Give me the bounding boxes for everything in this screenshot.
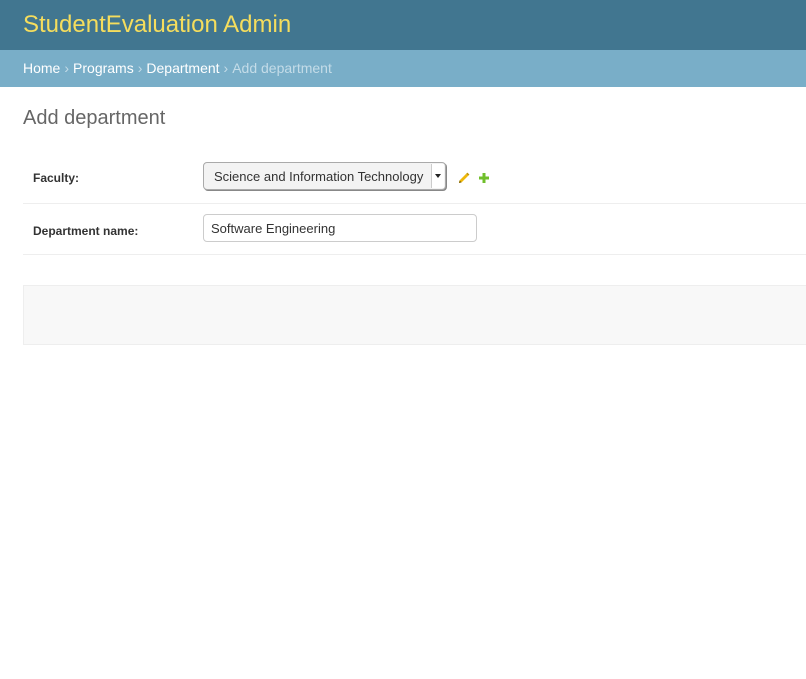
pencil-icon[interactable]: [458, 171, 470, 183]
breadcrumb-current: Add department: [232, 60, 332, 76]
breadcrumb-department-link[interactable]: Department: [146, 60, 219, 76]
form-row-faculty: Faculty: Science and Information Technol…: [23, 152, 806, 204]
plus-icon[interactable]: [478, 171, 490, 183]
department-name-label: Department name:: [33, 224, 139, 238]
breadcrumb-separator: ›: [64, 60, 70, 76]
site-header: StudentEvaluation Admin: [0, 0, 806, 50]
form-row-department-name: Department name:: [23, 204, 806, 255]
chevron-down-icon: [431, 164, 444, 188]
department-name-input[interactable]: [203, 214, 477, 242]
breadcrumb: Home › Programs › Department › Add department: [0, 50, 806, 87]
submit-row: [23, 285, 806, 345]
breadcrumb-separator: ›: [137, 60, 143, 76]
breadcrumb-separator: ›: [223, 60, 229, 76]
faculty-label: Faculty:: [33, 171, 80, 185]
page-title: Add department: [23, 107, 166, 129]
faculty-select[interactable]: Science and Information Technology: [203, 162, 446, 190]
faculty-select-value: Science and Information Technology: [214, 169, 424, 184]
breadcrumb-home-link[interactable]: Home: [23, 60, 60, 76]
site-brand[interactable]: StudentEvaluation Admin: [23, 11, 291, 39]
breadcrumb-programs-link[interactable]: Programs: [73, 60, 134, 76]
